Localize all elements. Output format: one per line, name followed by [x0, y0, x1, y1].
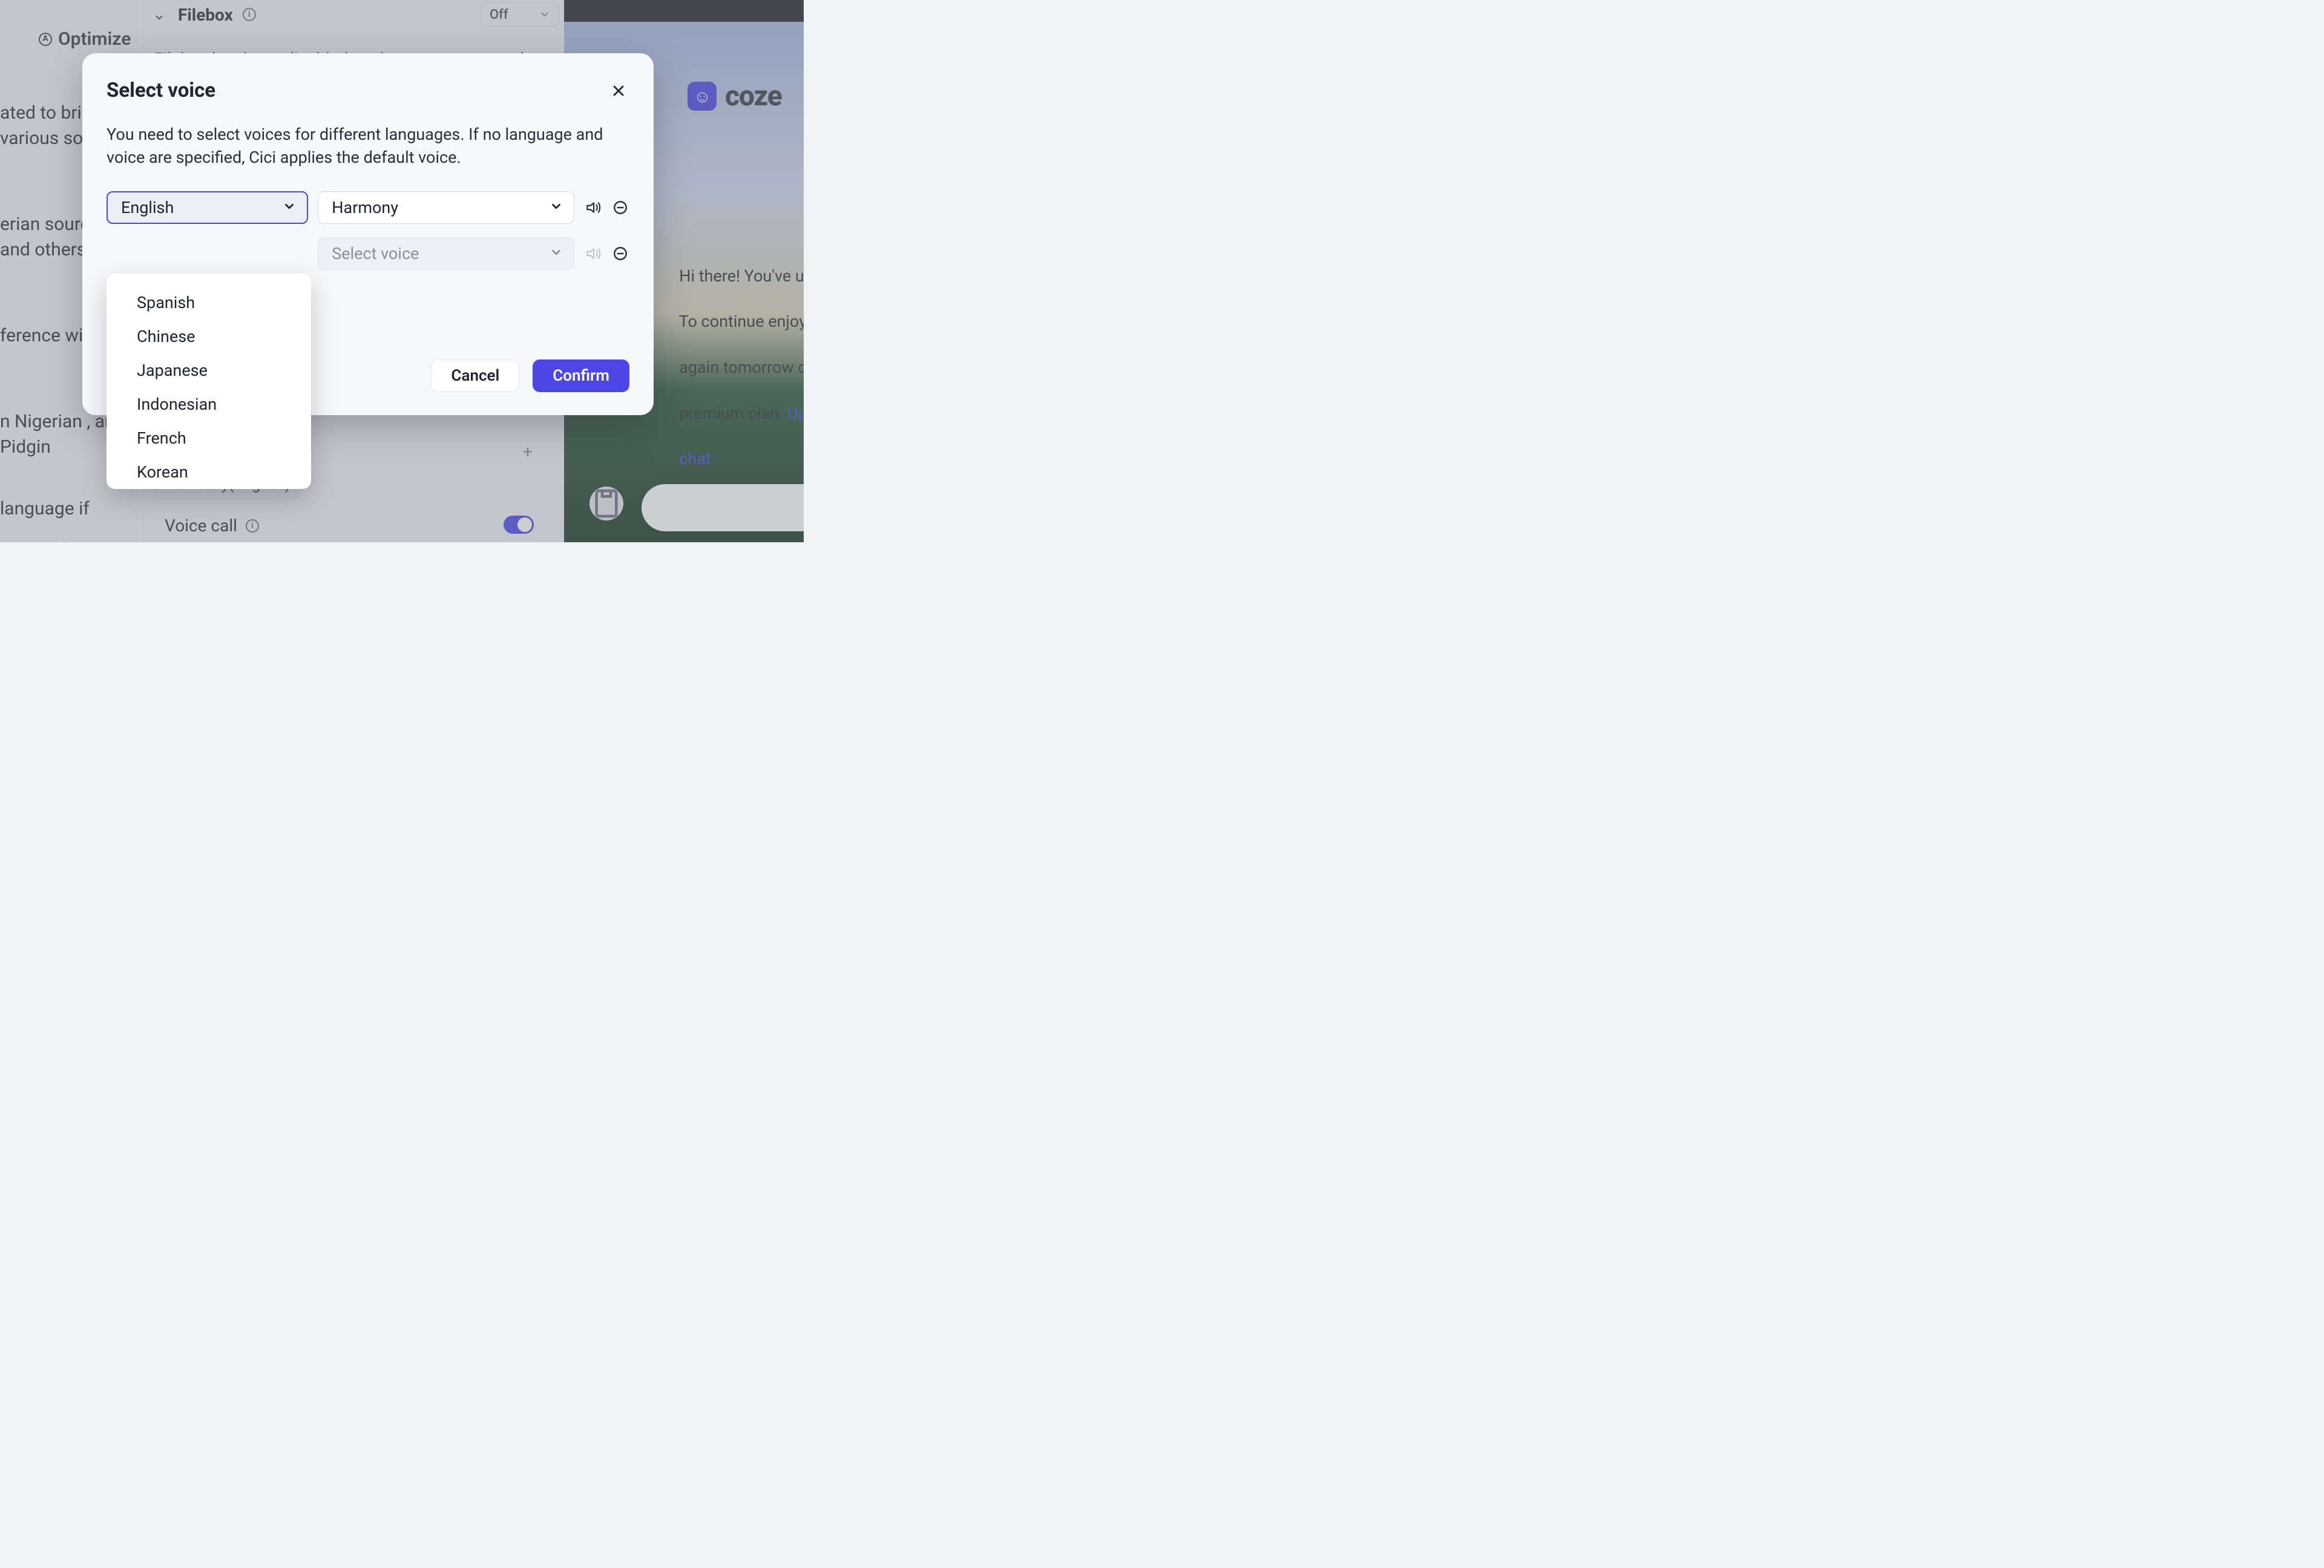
minus-circle-icon	[612, 200, 628, 215]
preview-topbar	[564, 0, 804, 22]
minus-circle-icon	[612, 246, 628, 261]
filebox-section-header[interactable]: Filebox i Off	[154, 0, 564, 27]
remove-row-button[interactable]	[611, 198, 629, 217]
select-voice-modal: Select voice You need to select voices f…	[82, 53, 654, 415]
filebox-label: Filebox	[178, 5, 233, 25]
coze-logo: ☺ coze	[688, 80, 782, 113]
bg-text-fragment: language if	[0, 496, 142, 522]
chevron-down-icon	[550, 198, 563, 217]
bg-text-fragment: ews in that	[0, 537, 142, 542]
info-icon[interactable]: i	[246, 519, 259, 533]
preview-voice-button[interactable]	[584, 198, 602, 217]
voice-dropdown-empty[interactable]: Select voice	[318, 237, 574, 270]
add-voice-button[interactable]: +	[523, 442, 533, 462]
modal-description: You need to select voices for different …	[107, 123, 615, 169]
modal-header: Select voice	[107, 79, 629, 102]
confirm-button[interactable]: Confirm	[533, 359, 629, 392]
chevron-down-icon	[283, 198, 296, 217]
preview-voice-button-disabled	[584, 244, 602, 263]
language-option[interactable]	[107, 280, 311, 286]
voice-row-2: Select voice	[107, 237, 629, 270]
remove-row-button[interactable]	[611, 244, 629, 263]
chevron-down-icon	[550, 244, 563, 263]
msg-line: Hi there! You've used u	[679, 266, 804, 286]
close-icon	[611, 84, 626, 98]
msg-line: To continue enjoying o	[679, 312, 804, 331]
preview-message: Hi there! You've used u To continue enjo…	[655, 242, 804, 494]
language-option-korean[interactable]: Korean	[107, 455, 311, 489]
optimize-a-icon: A	[39, 33, 52, 46]
info-icon[interactable]: i	[243, 8, 256, 21]
voice-dropdown-placeholder: Select voice	[332, 244, 419, 263]
language-option-indonesian[interactable]: Indonesian	[107, 387, 311, 421]
upgrade-link[interactable]: Upgrade	[787, 404, 804, 423]
language-option-french[interactable]: French	[107, 421, 311, 455]
voice-row-1: English Harmony	[107, 191, 629, 224]
close-button[interactable]	[608, 80, 629, 102]
speaker-icon	[585, 200, 601, 215]
modal-title: Select voice	[107, 79, 215, 102]
attach-button[interactable]	[589, 487, 623, 520]
filebox-state-dropdown[interactable]: Off	[481, 2, 559, 27]
language-option-chinese[interactable]: Chinese	[107, 320, 311, 353]
language-dropdown[interactable]: English	[107, 191, 308, 224]
chevron-down-icon	[154, 7, 168, 22]
language-option-spanish[interactable]: Spanish	[107, 286, 311, 320]
coze-mark-icon: ☺	[688, 82, 717, 111]
msg-line: again tomorrow or con	[679, 358, 804, 377]
chat-input[interactable]	[642, 484, 804, 531]
coze-wordmark: coze	[725, 80, 782, 113]
voice-dropdown[interactable]: Harmony	[318, 191, 574, 224]
optimize-label: Optimize	[58, 27, 131, 52]
voice-call-label: Voice call	[165, 516, 237, 536]
language-dropdown-value: English	[121, 198, 174, 217]
language-option-japanese[interactable]: Japanese	[107, 353, 311, 387]
chat-link[interactable]: chat	[679, 449, 711, 468]
voice-call-toggle[interactable]	[504, 516, 534, 534]
voice-rows: English Harmony	[107, 191, 629, 270]
voice-call-row: Voice call i	[165, 516, 259, 536]
filebox-state-label: Off	[490, 7, 508, 22]
speaker-icon	[585, 246, 601, 261]
voice-dropdown-value: Harmony	[332, 198, 398, 217]
optimize-nav-item[interactable]: A Optimize	[0, 18, 142, 52]
language-dropdown-menu[interactable]: Spanish Chinese Japanese Indonesian Fren…	[107, 274, 311, 489]
cancel-button[interactable]: Cancel	[431, 359, 519, 392]
msg-line: premium plan.	[679, 404, 787, 423]
